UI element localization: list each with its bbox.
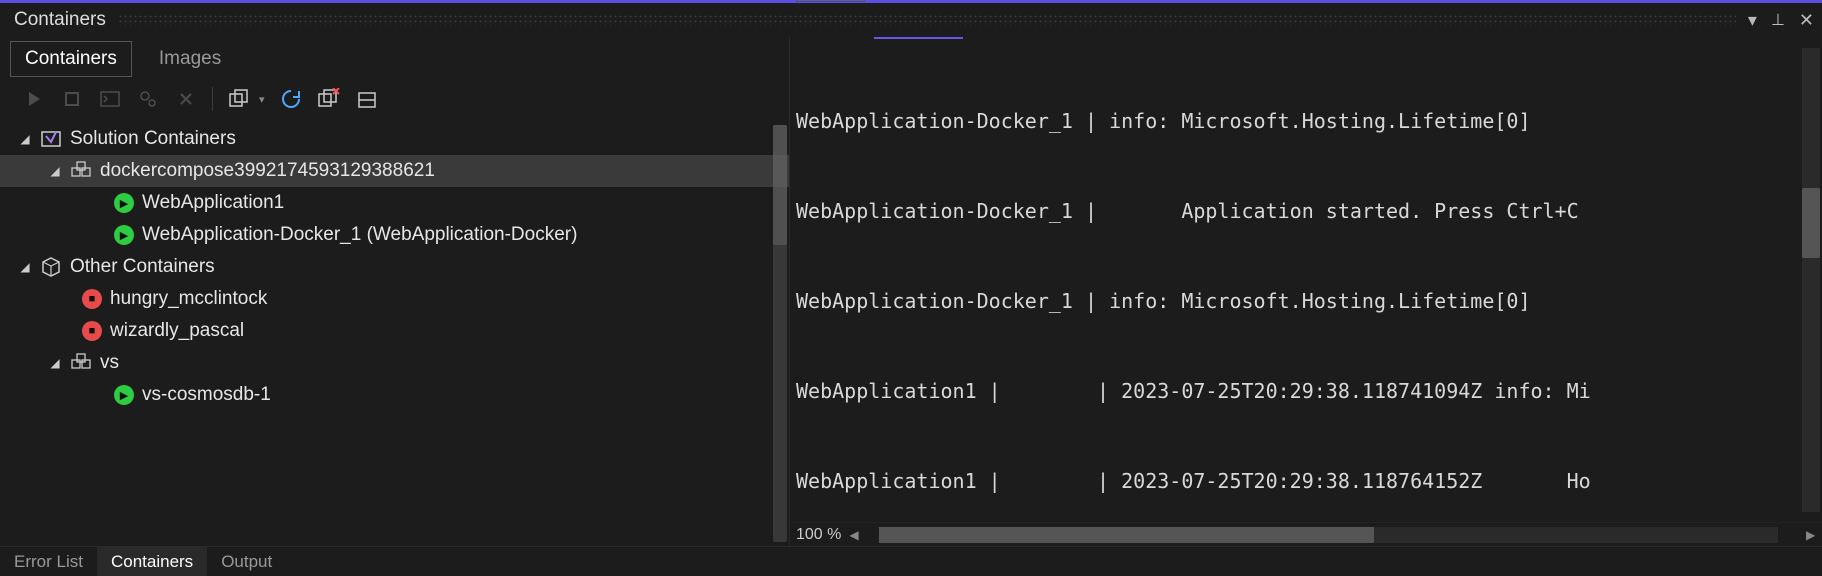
container-tree[interactable]: ◢ Solution Containers ◢ dockercompose399…	[0, 121, 789, 546]
expander-icon[interactable]: ◢	[48, 164, 62, 178]
tree-label: dockercompose3992174593129388621	[100, 160, 435, 182]
tree-vs-group[interactable]: ◢ vs	[0, 347, 789, 379]
scroll-right-icon[interactable]: ▶	[1806, 528, 1822, 542]
tree-container-item[interactable]: ▶ WebApplication-Docker_1 (WebApplicatio…	[0, 219, 789, 251]
stopped-status-icon: ■	[82, 289, 102, 309]
settings-icon	[136, 87, 160, 111]
container-group-icon	[40, 256, 62, 278]
status-tab-output[interactable]: Output	[207, 547, 286, 576]
pin-icon[interactable]: ⊥	[1771, 10, 1785, 30]
tree-label: WebApplication1	[142, 192, 284, 214]
tree-group-other[interactable]: ◢ Other Containers	[0, 251, 789, 283]
tree-compose-group[interactable]: ◢ dockercompose3992174593129388621	[0, 155, 789, 187]
stop-icon	[60, 87, 84, 111]
tree-label: wizardly_pascal	[110, 320, 244, 342]
stopped-status-icon: ■	[82, 321, 102, 341]
logs-horizontal-scrollbar[interactable]	[879, 527, 1778, 543]
status-bar: Error List Containers Output	[0, 546, 1822, 576]
running-status-icon: ▶	[114, 193, 134, 213]
tree-scrollbar[interactable]	[773, 125, 787, 542]
scrollbar-thumb[interactable]	[773, 125, 787, 245]
tab-images[interactable]: Images	[144, 41, 236, 77]
expander-icon[interactable]: ◢	[18, 260, 32, 274]
log-line: WebApplication-Docker_1 | Application st…	[796, 196, 1822, 226]
tree-label: WebApplication-Docker_1 (WebApplication-…	[142, 224, 577, 246]
scrollbar-thumb[interactable]	[1802, 188, 1820, 258]
titlebar: Containers ▾ ⊥ ✕	[0, 3, 1822, 37]
tree-label: hungry_mcclintock	[110, 288, 267, 310]
log-line: WebApplication1 | | 2023-07-25T20:29:38.…	[796, 376, 1822, 406]
tab-containers[interactable]: Containers	[10, 41, 132, 77]
tree-label: Solution Containers	[70, 128, 236, 150]
tree-group-solution[interactable]: ◢ Solution Containers	[0, 123, 789, 155]
tree-container-item[interactable]: ▶ WebApplication1	[0, 187, 789, 219]
dropdown-icon[interactable]: ▾	[1748, 10, 1757, 31]
compose-icon	[70, 352, 92, 374]
delete-icon	[174, 87, 198, 111]
tree-container-item[interactable]: ▶ vs-cosmosdb-1	[0, 379, 789, 411]
tab-logs[interactable]: Logs	[796, 0, 865, 2]
running-status-icon: ▶	[114, 225, 134, 245]
solution-icon	[40, 128, 62, 150]
scrollbar-thumb[interactable]	[879, 527, 1373, 543]
compose-icon	[70, 160, 92, 182]
scroll-left-icon[interactable]: ◀	[849, 528, 865, 542]
panel-title: Containers	[14, 9, 106, 31]
logs-vertical-scrollbar[interactable]	[1802, 48, 1820, 512]
titlebar-grip[interactable]	[118, 14, 1736, 26]
log-line: WebApplication1 | | 2023-07-25T20:29:38.…	[796, 466, 1822, 496]
status-tab-errorlist[interactable]: Error List	[0, 547, 97, 576]
prune-icon[interactable]	[317, 87, 341, 111]
tree-label: vs-cosmosdb-1	[142, 384, 271, 406]
running-status-icon: ▶	[114, 385, 134, 405]
log-line: WebApplication-Docker_1 | info: Microsof…	[796, 286, 1822, 316]
tree-container-item[interactable]: ■ hungry_mcclintock	[0, 283, 789, 315]
expander-icon[interactable]: ◢	[48, 356, 62, 370]
tree-label: vs	[100, 352, 119, 374]
expander-icon[interactable]: ◢	[18, 132, 32, 146]
left-toolbar: ▾	[0, 77, 789, 121]
zoom-level[interactable]: 100 %	[796, 526, 841, 544]
play-icon	[22, 87, 46, 111]
log-output[interactable]: WebApplication-Docker_1 | info: Microsof…	[790, 44, 1822, 522]
terminal-icon	[98, 87, 122, 111]
left-tabbar: Containers Images	[0, 37, 789, 77]
tree-label: Other Containers	[70, 256, 215, 278]
status-tab-containers[interactable]: Containers	[97, 547, 207, 576]
chevron-down-icon[interactable]: ▾	[259, 93, 265, 106]
remove-icon[interactable]	[355, 87, 379, 111]
refresh-icon[interactable]	[279, 87, 303, 111]
windows-icon[interactable]	[227, 87, 251, 111]
tree-container-item[interactable]: ■ wizardly_pascal	[0, 315, 789, 347]
close-icon[interactable]: ✕	[1799, 10, 1814, 31]
log-line: WebApplication-Docker_1 | info: Microsof…	[796, 106, 1822, 136]
